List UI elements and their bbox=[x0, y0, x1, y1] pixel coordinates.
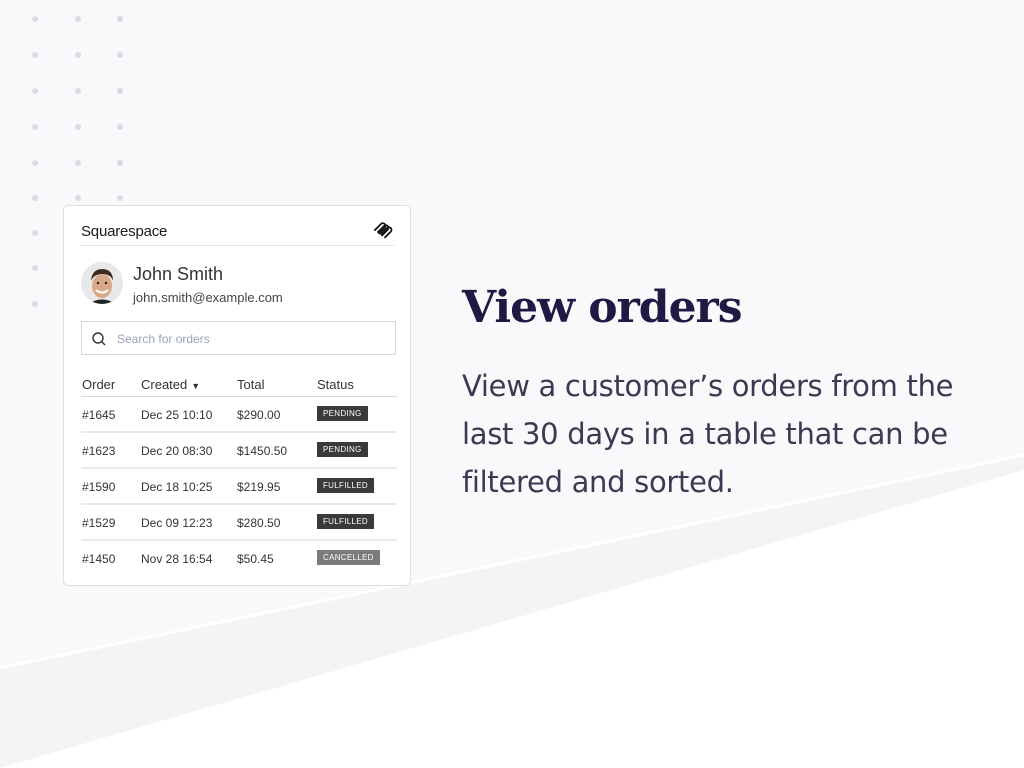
decorative-dot bbox=[117, 124, 123, 130]
order-total: $280.50 bbox=[237, 516, 281, 530]
status-badge: CANCELLED bbox=[317, 550, 380, 565]
page-title: View orders bbox=[462, 282, 743, 333]
orders-table: Order Created ▼ Total Status #1645 Dec 25 … bbox=[81, 376, 397, 575]
orders-card: Squarespace John Smith john.smith@exampl… bbox=[63, 205, 411, 586]
decorative-dot bbox=[75, 16, 81, 22]
decorative-dot bbox=[32, 88, 38, 94]
customer-name: John Smith bbox=[133, 264, 224, 284]
decorative-dot bbox=[117, 195, 123, 201]
decorative-dot bbox=[32, 301, 38, 307]
order-created: Dec 25 10:10 bbox=[141, 408, 213, 422]
column-header-created-label: Created bbox=[141, 377, 188, 392]
order-row[interactable]: #1623 Dec 20 08:30 $1450.50 PENDING bbox=[81, 433, 397, 469]
squarespace-logo-icon bbox=[374, 222, 393, 239]
decorative-dot bbox=[32, 160, 38, 166]
order-search-input[interactable] bbox=[115, 322, 389, 356]
decorative-dot bbox=[117, 160, 123, 166]
column-header-status[interactable]: Status bbox=[317, 377, 354, 392]
order-created: Dec 18 10:25 bbox=[141, 480, 213, 494]
decorative-dot bbox=[117, 52, 123, 58]
table-body: #1645 Dec 25 10:10 $290.00 PENDING #1623 Dec … bbox=[81, 397, 397, 575]
decorative-dot bbox=[117, 88, 123, 94]
decorative-dot bbox=[75, 124, 81, 130]
search-icon bbox=[92, 332, 106, 346]
decorative-dot bbox=[75, 52, 81, 58]
sort-descending-icon: ▼ bbox=[191, 381, 201, 391]
order-created: Nov 28 16:54 bbox=[141, 552, 213, 566]
decorative-dot bbox=[117, 16, 123, 22]
table-header: Order Created ▼ Total Status bbox=[81, 376, 397, 397]
decorative-dot bbox=[32, 195, 38, 201]
decorative-dot bbox=[32, 230, 38, 236]
decorative-dot bbox=[32, 52, 38, 58]
order-total: $50.45 bbox=[237, 552, 274, 566]
order-number: #1529 bbox=[82, 516, 116, 530]
status-badge: PENDING bbox=[317, 442, 368, 457]
decorative-dot bbox=[32, 124, 38, 130]
page-description: View a customer’s orders from the last 3… bbox=[462, 369, 954, 499]
brand-name: Squarespace bbox=[81, 223, 168, 240]
order-number: #1450 bbox=[82, 552, 116, 566]
order-number: #1645 bbox=[82, 408, 116, 422]
order-row[interactable]: #1529 Dec 09 12:23 $280.50 FULFILLED bbox=[81, 505, 397, 541]
column-header-created[interactable]: Created ▼ bbox=[141, 377, 200, 392]
order-created: Dec 09 12:23 bbox=[141, 516, 213, 530]
order-row[interactable]: #1450 Nov 28 16:54 $50.45 CANCELLED bbox=[81, 541, 397, 575]
order-created: Dec 20 08:30 bbox=[141, 444, 213, 458]
order-number: #1590 bbox=[82, 480, 116, 494]
order-total: $219.95 bbox=[237, 480, 281, 494]
customer-avatar bbox=[81, 262, 123, 304]
status-badge: PENDING bbox=[317, 406, 368, 421]
customer-email: john.smith@example.com bbox=[133, 290, 283, 305]
avatar-face-icon bbox=[81, 262, 123, 304]
column-header-order[interactable]: Order bbox=[82, 377, 115, 392]
order-row[interactable]: #1590 Dec 18 10:25 $219.95 FULFILLED bbox=[81, 469, 397, 505]
decorative-dot bbox=[75, 88, 81, 94]
order-row[interactable]: #1645 Dec 25 10:10 $290.00 PENDING bbox=[81, 397, 397, 433]
card-header: Squarespace bbox=[81, 218, 394, 246]
order-search-field[interactable] bbox=[81, 321, 396, 356]
order-total: $290.00 bbox=[237, 408, 281, 422]
decorative-dot bbox=[32, 16, 38, 22]
column-header-total[interactable]: Total bbox=[237, 377, 264, 392]
order-total: $1450.50 bbox=[237, 444, 288, 458]
status-badge: FULFILLED bbox=[317, 514, 374, 529]
decorative-dot bbox=[75, 195, 81, 201]
status-badge: FULFILLED bbox=[317, 478, 374, 493]
decorative-dot bbox=[75, 160, 81, 166]
order-number: #1623 bbox=[82, 444, 116, 458]
decorative-dot bbox=[32, 265, 38, 271]
